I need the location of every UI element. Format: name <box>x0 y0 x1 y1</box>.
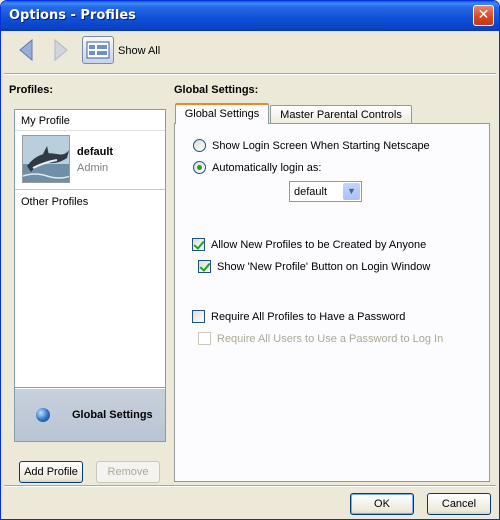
profile-item-default[interactable]: default Admin <box>15 130 165 190</box>
global-settings-item-label: Global Settings <box>72 409 153 421</box>
tab-master-parental-controls[interactable]: Master Parental Controls <box>270 105 412 125</box>
profiles-list: My Profile default Admin Other Profiles … <box>14 109 166 442</box>
show-login-label[interactable]: Show Login Screen When Starting Netscape <box>212 140 430 152</box>
profile-role: Admin <box>77 162 109 174</box>
forward-button[interactable] <box>48 37 72 63</box>
tab-global-settings[interactable]: Global Settings <box>175 103 269 124</box>
profile-name: default <box>77 146 114 158</box>
require-users-password-checkbox[interactable] <box>198 332 211 345</box>
my-profile-label: My Profile <box>21 115 70 127</box>
window-title: Options - Profiles <box>9 8 136 23</box>
options-window: Options - Profiles ✕ Show All Profiles: … <box>0 0 500 520</box>
show-new-profile-button-label[interactable]: Show 'New Profile' Button on Login Windo… <box>217 261 430 273</box>
add-profile-button[interactable]: Add Profile <box>19 461 83 483</box>
close-button[interactable]: ✕ <box>473 5 494 26</box>
other-profiles-section: Other Profiles <box>15 191 165 388</box>
cancel-button[interactable]: Cancel <box>427 493 491 515</box>
auto-login-label[interactable]: Automatically login as: <box>212 162 321 174</box>
show-all-button[interactable] <box>82 36 114 64</box>
allow-new-profiles-checkbox[interactable] <box>192 238 205 251</box>
auto-login-profile-value: default <box>294 186 328 198</box>
show-all-grid-icon <box>86 41 110 59</box>
global-settings-item[interactable]: Global Settings <box>15 389 165 441</box>
auto-login-radio[interactable] <box>193 161 206 174</box>
globe-icon <box>36 408 50 422</box>
toolbar-divider <box>4 73 496 75</box>
show-login-radio[interactable] <box>193 139 206 152</box>
close-icon: ✕ <box>477 7 490 23</box>
global-settings-panel <box>174 123 490 482</box>
dolphin-avatar-icon <box>23 136 69 182</box>
toolbar: Show All <box>4 31 496 73</box>
back-button[interactable] <box>15 37 39 63</box>
forward-arrow-icon <box>54 38 68 62</box>
ok-button[interactable]: OK <box>350 493 414 515</box>
require-users-password-label: Require All Users to Use a Password to L… <box>217 333 444 345</box>
allow-new-profiles-label[interactable]: Allow New Profiles to be Created by Anyo… <box>211 239 426 251</box>
global-settings-heading: Global Settings: <box>174 84 259 96</box>
radio-selected-dot <box>197 165 202 170</box>
show-new-profile-button-checkbox[interactable] <box>198 260 211 273</box>
back-arrow-icon <box>19 38 33 62</box>
require-password-checkbox[interactable] <box>192 310 205 323</box>
chevron-down-icon[interactable]: ▼ <box>343 183 360 200</box>
require-password-label[interactable]: Require All Profiles to Have a Password <box>211 311 405 323</box>
other-profiles-label: Other Profiles <box>21 196 89 208</box>
show-all-label[interactable]: Show All <box>118 45 160 57</box>
auto-login-profile-select[interactable]: default ▼ <box>289 181 362 202</box>
remove-profile-button[interactable]: Remove <box>96 461 160 483</box>
footer-divider <box>4 485 496 487</box>
profiles-heading: Profiles: <box>9 84 54 96</box>
title-bar[interactable]: Options - Profiles ✕ <box>1 1 499 31</box>
avatar <box>22 135 70 183</box>
